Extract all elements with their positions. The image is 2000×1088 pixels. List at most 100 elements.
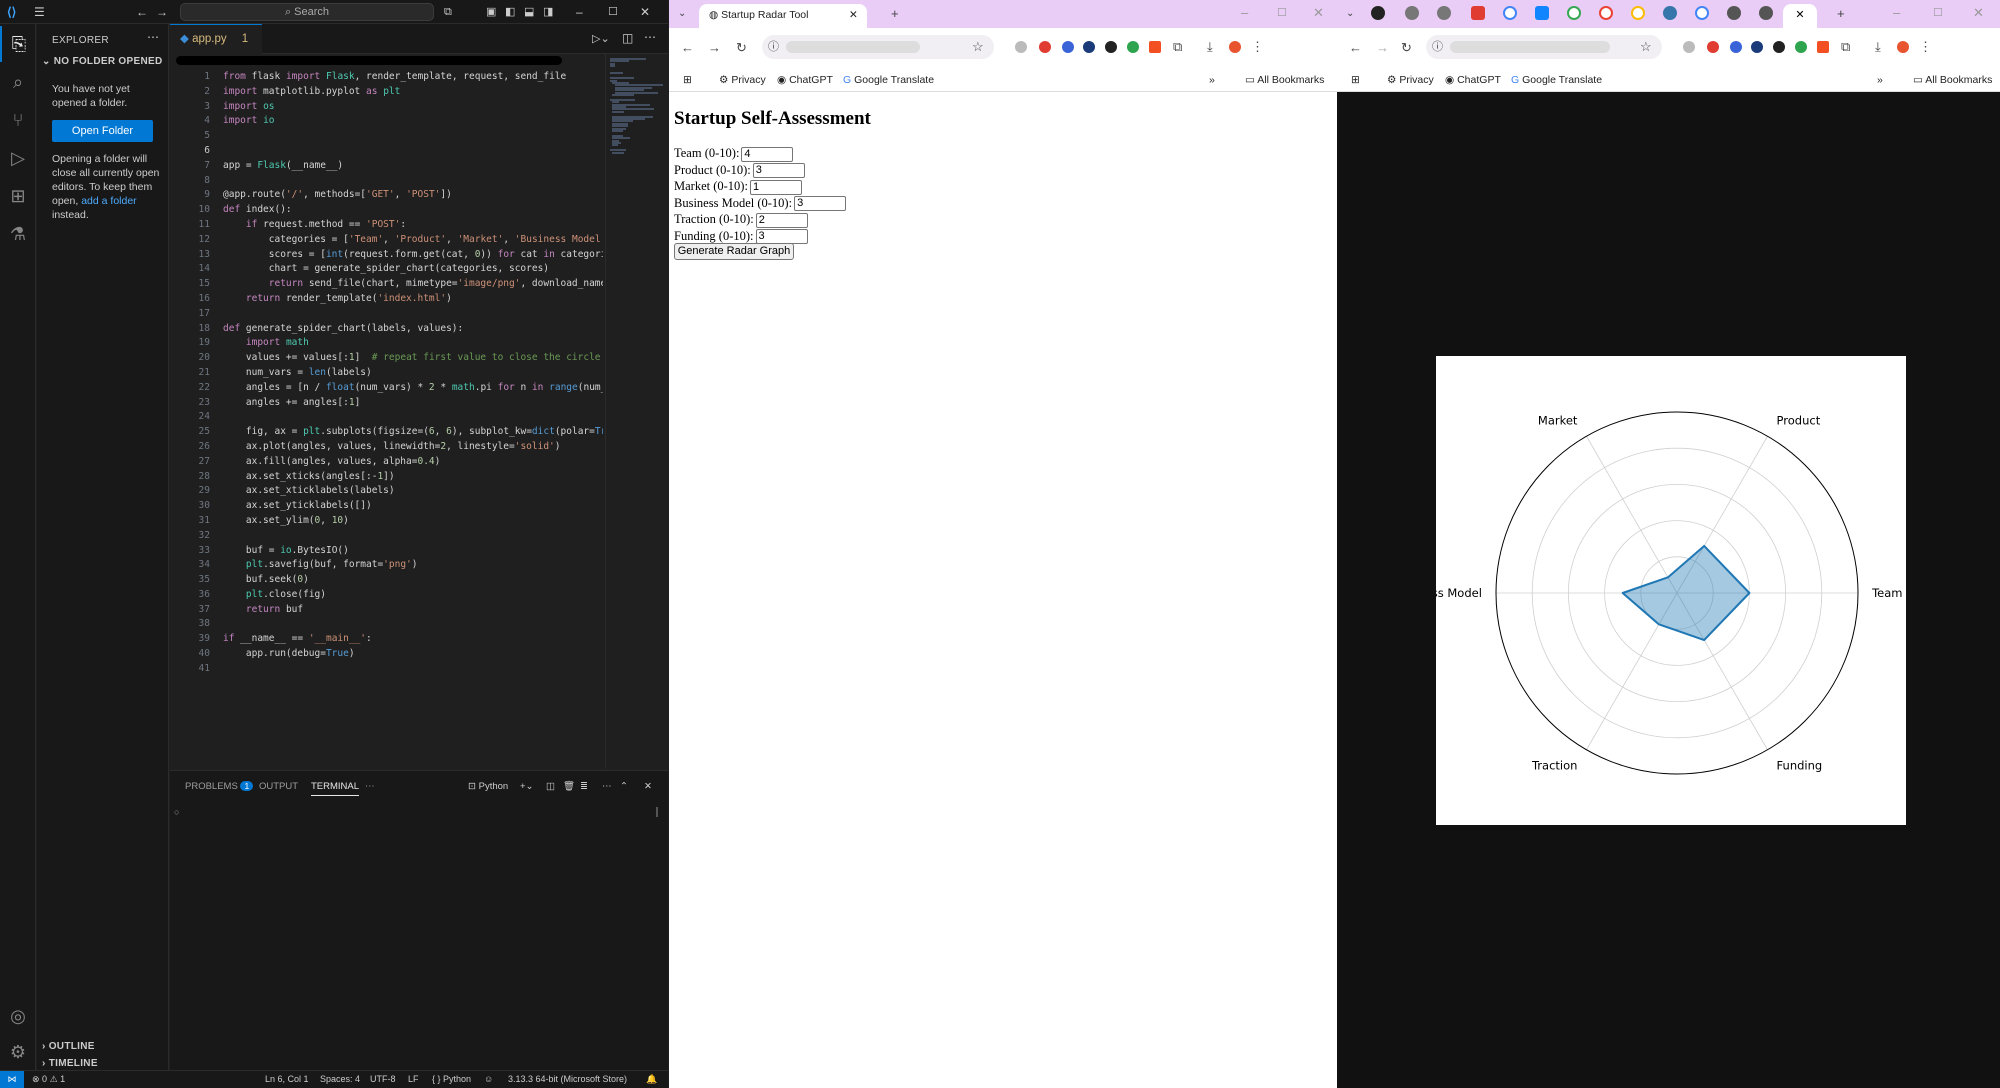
toggle-sidebar-icon[interactable]: ◧	[505, 4, 515, 20]
panel-more-icon[interactable]: ⋯	[365, 781, 375, 792]
new-tab-icon[interactable]: +	[1837, 7, 1845, 21]
testing-icon[interactable]: ⚗	[0, 216, 36, 252]
code-line[interactable]: angles = [n / float(num_vars) * 2 * math…	[223, 381, 603, 396]
extensions-puzzle-icon[interactable]: ⧉	[1841, 40, 1850, 54]
extension-icon[interactable]	[1751, 41, 1763, 53]
panel-options-icon[interactable]: ⋯	[602, 781, 612, 792]
forward-arrow-icon[interactable]: →	[708, 41, 721, 55]
code-line[interactable]	[223, 410, 603, 425]
code-line[interactable]: return buf	[223, 603, 603, 618]
terminal-list-icon[interactable]: ≣	[580, 781, 588, 792]
bookmark-google-translate[interactable]: G Google Translate	[1511, 73, 1602, 87]
code-line[interactable]: import math	[223, 336, 603, 351]
code-line[interactable]	[223, 174, 603, 189]
extension-icon[interactable]	[1817, 41, 1829, 53]
more-bookmarks-icon[interactable]: »	[1877, 73, 1883, 87]
code-line[interactable]: plt.savefig(buf, format='png')	[223, 558, 603, 573]
back-arrow-icon[interactable]: ←	[1349, 41, 1362, 55]
code-line[interactable]: ax.plot(angles, values, linewidth=2, lin…	[223, 440, 603, 455]
kill-terminal-icon[interactable]: 🗑	[563, 781, 575, 792]
score-input[interactable]: 3	[755, 229, 808, 245]
maximize-icon[interactable]: ☐	[1277, 6, 1287, 20]
tab-terminal[interactable]: TERMINAL	[311, 781, 360, 796]
forward-arrow-icon[interactable]: →	[156, 4, 168, 20]
indentation[interactable]: Spaces: 4	[320, 1071, 360, 1088]
code-line[interactable]: def index():	[223, 203, 603, 218]
close-window-icon[interactable]: ✕	[1313, 6, 1324, 20]
minimize-icon[interactable]: –	[576, 4, 583, 20]
code-line[interactable]: ax.set_ylim(0, 10)	[223, 514, 603, 529]
close-window-icon[interactable]: ✕	[640, 4, 650, 20]
extensions-puzzle-icon[interactable]: ⧉	[1173, 40, 1182, 54]
bookmark-privacy[interactable]: ⚙ Privacy	[719, 73, 766, 87]
back-arrow-icon[interactable]: ←	[681, 41, 694, 55]
layout-icon[interactable]: ▣	[486, 4, 496, 20]
extension-icon[interactable]	[1127, 41, 1139, 53]
explorer-icon[interactable]: ⎘	[0, 26, 36, 62]
code-line[interactable]: return send_file(chart, mimetype='image/…	[223, 277, 603, 292]
bookmark-google-translate[interactable]: G Google Translate	[843, 73, 934, 87]
extension-icon[interactable]	[1683, 41, 1695, 53]
tab-favicon-icon[interactable]	[1695, 6, 1709, 20]
code-line[interactable]: def generate_spider_chart(labels, values…	[223, 322, 603, 337]
minimap[interactable]	[605, 54, 668, 769]
code-line[interactable]: num_vars = len(labels)	[223, 366, 603, 381]
code-line[interactable]: ax.set_yticklabels([])	[223, 499, 603, 514]
code-line[interactable]: return render_template('index.html')	[223, 292, 603, 307]
code-line[interactable]: fig, ax = plt.subplots(figsize=(6, 6), s…	[223, 425, 603, 440]
profile-avatar[interactable]	[1229, 41, 1241, 53]
close-window-icon[interactable]: ✕	[1973, 6, 1984, 20]
encoding[interactable]: UTF-8	[370, 1071, 396, 1088]
open-folder-button[interactable]: Open Folder	[52, 120, 153, 142]
code-editor[interactable]: 1 2 3 4 5 6 7 8 9 10 11 12 13 14 15 16 17 18 19 20 21 22 23 24 2…	[170, 54, 668, 769]
bookmark-star-icon[interactable]: ☆	[972, 40, 984, 54]
score-input[interactable]: 1	[749, 179, 802, 195]
apps-grid-icon[interactable]: ⊞	[1351, 73, 1360, 87]
command-search[interactable]: ⌕ Search	[180, 3, 434, 21]
code-line[interactable]: app = Flask(__name__)	[223, 159, 603, 174]
minimize-icon[interactable]: –	[1241, 6, 1248, 20]
toggle-panel-icon[interactable]: ⬓	[524, 4, 534, 20]
forward-arrow-icon[interactable]: →	[1376, 41, 1389, 55]
extensions-icon[interactable]: ⊞	[0, 178, 36, 214]
split-editor-icon[interactable]: ◫	[622, 31, 633, 45]
tab-favicon-icon[interactable]	[1663, 6, 1677, 20]
source-control-icon[interactable]: ⑂	[0, 102, 36, 138]
tab-favicon-icon[interactable]	[1727, 6, 1741, 20]
tab-search-icon[interactable]: ⌄	[678, 7, 686, 21]
extension-icon[interactable]	[1062, 41, 1074, 53]
editor-more-icon[interactable]: ⋯	[644, 30, 656, 44]
bookmark-star-icon[interactable]: ☆	[1640, 40, 1652, 54]
tab-favicon-icon[interactable]	[1371, 6, 1385, 20]
settings-gear-icon[interactable]: ⚙	[0, 1034, 36, 1070]
extension-icon[interactable]	[1730, 41, 1742, 53]
tab-output[interactable]: OUTPUT	[259, 781, 298, 792]
reload-icon[interactable]: ↻	[736, 41, 747, 55]
browser-menu-icon[interactable]: ⋮	[1251, 40, 1264, 54]
code-line[interactable]: import io	[223, 114, 603, 129]
code-line[interactable]: app.run(debug=True)	[223, 647, 603, 662]
toggle-secondary-sidebar-icon[interactable]: ◨	[543, 4, 553, 20]
notifications-icon[interactable]: 🔔	[646, 1071, 657, 1088]
code-line[interactable]: buf.seek(0)	[223, 573, 603, 588]
tab-startup-radar[interactable]: ◍ Startup Radar Tool ✕	[699, 4, 867, 28]
code-line[interactable]: ax.fill(angles, values, alpha=0.4)	[223, 455, 603, 470]
code-line[interactable]	[223, 617, 603, 632]
score-input[interactable]: 3	[794, 196, 847, 212]
score-input[interactable]: 3	[752, 163, 805, 179]
extension-icon[interactable]	[1015, 41, 1027, 53]
bookmark-chatgpt[interactable]: ◉ ChatGPT	[1445, 73, 1501, 87]
code-line[interactable]: import matplotlib.pyplot as plt	[223, 85, 603, 100]
accounts-icon[interactable]: ◎	[0, 998, 36, 1034]
site-info-icon[interactable]: ⓘ	[1432, 40, 1443, 54]
code-line[interactable]: buf = io.BytesIO()	[223, 544, 603, 559]
extension-icon[interactable]	[1795, 41, 1807, 53]
terminal-profile[interactable]: ⊡ Python	[468, 781, 508, 792]
outline-section[interactable]: › OUTLINE	[42, 1041, 95, 1052]
reload-icon[interactable]: ↻	[1401, 41, 1412, 55]
tab-favicon-icon[interactable]	[1405, 6, 1419, 20]
add-folder-link[interactable]: add a folder	[81, 195, 136, 207]
close-tab-icon[interactable]: ✕	[1795, 9, 1804, 21]
tab-favicon-icon[interactable]	[1471, 6, 1485, 20]
code-line[interactable]: ax.set_xticklabels(labels)	[223, 484, 603, 499]
